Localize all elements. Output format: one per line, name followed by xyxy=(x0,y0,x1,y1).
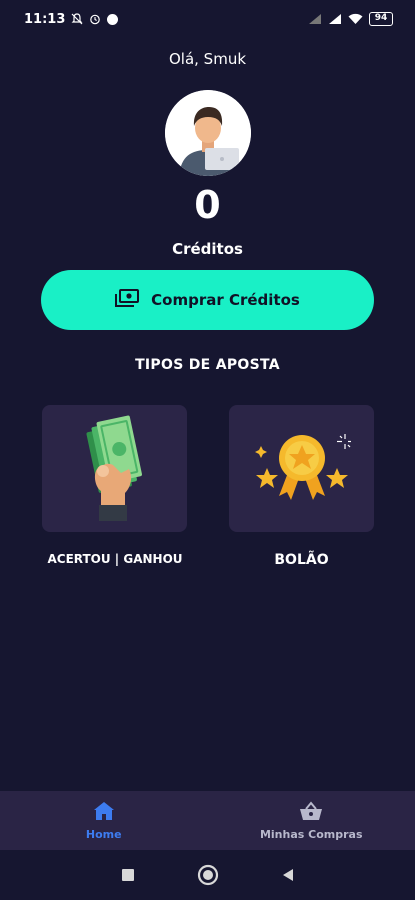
system-nav-bar xyxy=(0,850,415,900)
buy-credits-label: Comprar Créditos xyxy=(151,291,300,309)
bet-type-card-acertou-ganhou[interactable] xyxy=(42,405,187,532)
home-button-icon[interactable] xyxy=(197,864,219,886)
wifi-icon xyxy=(348,13,363,25)
bet-type-label-bolao: BOLÃO xyxy=(274,552,329,568)
signal-icon xyxy=(308,13,322,25)
bet-type-card-bolao[interactable] xyxy=(229,405,374,532)
dot-icon xyxy=(107,13,119,25)
cash-hand-icon xyxy=(85,413,145,525)
bet-types-title: TIPOS DE APOSTA xyxy=(135,357,280,373)
nav-label-minhas-compras: Minhas Compras xyxy=(259,827,363,841)
status-left: 11:13 xyxy=(24,11,119,27)
nav-item-home[interactable]: Home xyxy=(0,791,208,850)
buy-credits-button[interactable]: Comprar Créditos xyxy=(41,270,374,330)
home-icon xyxy=(93,801,115,824)
alarm-icon xyxy=(89,13,101,25)
nav-label-home: Home xyxy=(85,827,122,841)
money-icon xyxy=(115,289,140,311)
recent-apps-icon[interactable] xyxy=(121,868,135,882)
notifications-off-icon xyxy=(71,13,83,25)
credits-value: 0 xyxy=(194,183,221,227)
battery-icon: 94 xyxy=(369,12,393,26)
basket-icon xyxy=(299,800,323,824)
credits-label: Créditos xyxy=(172,240,243,258)
medal-stars-icon xyxy=(253,428,353,510)
bet-type-label-acertou-ganhou: ACERTOU | GANHOU xyxy=(47,552,183,566)
bottom-nav: Home Minhas Compras xyxy=(0,791,415,850)
nav-item-minhas-compras[interactable]: Minhas Compras xyxy=(208,791,415,850)
status-bar: 11:13 94 xyxy=(0,0,415,38)
status-time: 11:13 xyxy=(24,11,66,27)
back-icon[interactable] xyxy=(281,868,295,882)
status-right: 94 xyxy=(308,12,393,26)
greeting: Olá, Smuk xyxy=(168,50,247,68)
signal-icon xyxy=(328,13,342,25)
user-avatar-icon[interactable] xyxy=(165,90,251,176)
